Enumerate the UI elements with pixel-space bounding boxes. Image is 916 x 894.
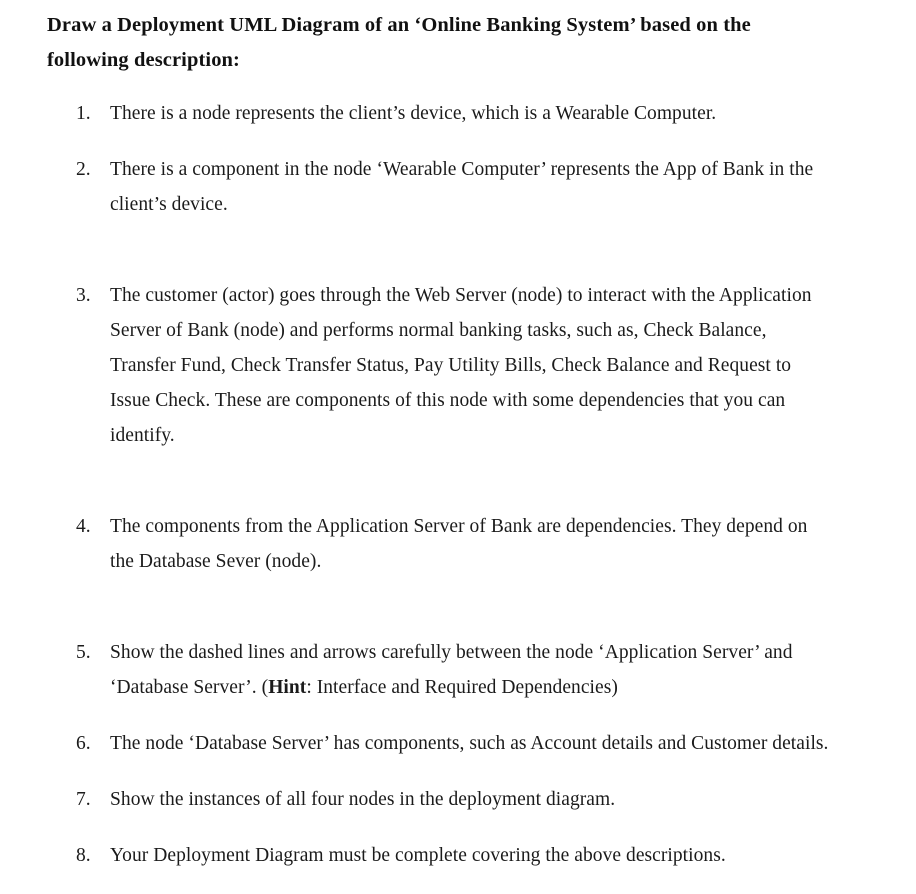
document-page: Draw a Deployment UML Diagram of an ‘Onl… — [0, 0, 916, 866]
list-marker: 2. — [76, 159, 91, 180]
list-item-text: The customer (actor) goes through the We… — [110, 285, 812, 446]
list-marker: 7. — [76, 789, 91, 810]
list-item-1: 1. There is a node represents the client… — [0, 96, 916, 131]
list-marker: 4. — [76, 516, 91, 537]
list-item-6: 6. The node ‘Database Server’ has compon… — [0, 726, 916, 761]
list-item-text: Your Deployment Diagram must be complete… — [110, 845, 726, 866]
list-item-7: 7. Show the instances of all four nodes … — [0, 782, 916, 817]
page-title: Draw a Deployment UML Diagram of an ‘Onl… — [47, 14, 751, 71]
list-item-2: 2. There is a component in the node ‘Wea… — [0, 152, 916, 257]
list-item-3: 3. The customer (actor) goes through the… — [0, 278, 916, 488]
list-item-text: Show the instances of all four nodes in … — [110, 789, 616, 810]
list-item-text: Show the dashed lines and arrows careful… — [110, 642, 793, 698]
requirements-list: 1. There is a node represents the client… — [0, 96, 916, 894]
list-marker: 1. — [76, 103, 91, 124]
list-item-8: 8. Your Deployment Diagram must be compl… — [0, 838, 916, 873]
list-item-text-after-hint: : Interface and Required Dependencies) — [306, 677, 618, 698]
list-item-5: 5. Show the dashed lines and arrows care… — [0, 635, 916, 705]
list-item-text: The node ‘Database Server’ has component… — [110, 733, 829, 754]
list-item-text: There is a node represents the client’s … — [110, 103, 717, 124]
hint-label: Hint — [268, 677, 307, 698]
list-marker: 8. — [76, 845, 91, 866]
list-marker: 6. — [76, 733, 91, 754]
list-marker: 5. — [76, 642, 91, 663]
list-item-text: The components from the Application Serv… — [110, 516, 808, 572]
list-marker: 3. — [76, 285, 91, 306]
list-item-text: There is a component in the node ‘Wearab… — [110, 159, 814, 215]
list-item-4: 4. The components from the Application S… — [0, 509, 916, 614]
